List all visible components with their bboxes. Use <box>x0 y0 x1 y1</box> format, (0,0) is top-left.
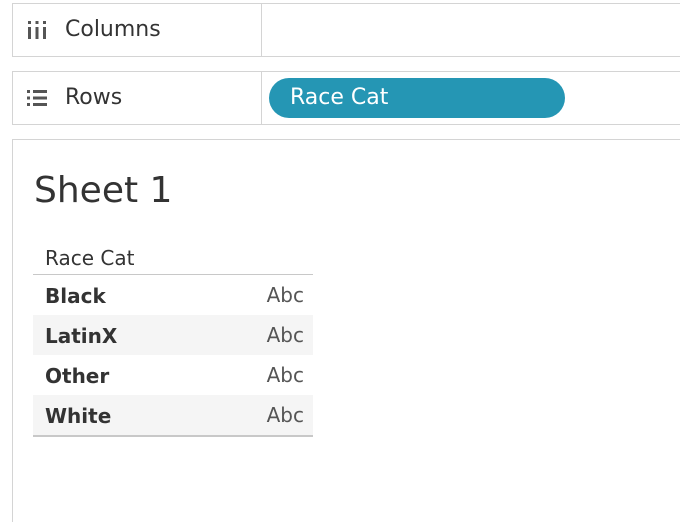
rows-label: Rows <box>65 85 123 110</box>
cell-value[interactable]: Abc <box>267 395 304 435</box>
cell-value[interactable]: Abc <box>267 275 304 315</box>
sheet-title: Sheet 1 <box>34 170 173 211</box>
race-cat-pill[interactable]: Race Cat <box>269 78 565 118</box>
table-row[interactable]: LatinX Abc <box>33 315 313 355</box>
sheet-view: Sheet 1 Race Cat Black Abc LatinX Abc Ot… <box>12 139 680 522</box>
columns-shelf-label: Columns <box>13 4 262 56</box>
cell-value[interactable]: Abc <box>267 355 304 395</box>
rows-icon <box>27 90 47 106</box>
table-column-header[interactable]: Race Cat <box>33 239 313 275</box>
row-header[interactable]: LatinX <box>45 315 117 357</box>
columns-icon <box>28 21 46 39</box>
rows-shelf[interactable]: Rows Race Cat <box>12 71 680 125</box>
table-row[interactable]: Other Abc <box>33 355 313 395</box>
text-table: Race Cat Black Abc LatinX Abc Other Abc … <box>33 239 313 437</box>
row-header[interactable]: White <box>45 395 111 437</box>
table-row[interactable]: Black Abc <box>33 275 313 315</box>
row-header[interactable]: Black <box>45 275 106 317</box>
cell-value[interactable]: Abc <box>267 315 304 355</box>
rows-shelf-label: Rows <box>13 72 262 124</box>
columns-label: Columns <box>65 17 161 42</box>
table-row[interactable]: White Abc <box>33 395 313 437</box>
columns-shelf[interactable]: Columns <box>12 3 680 57</box>
row-header[interactable]: Other <box>45 355 109 397</box>
